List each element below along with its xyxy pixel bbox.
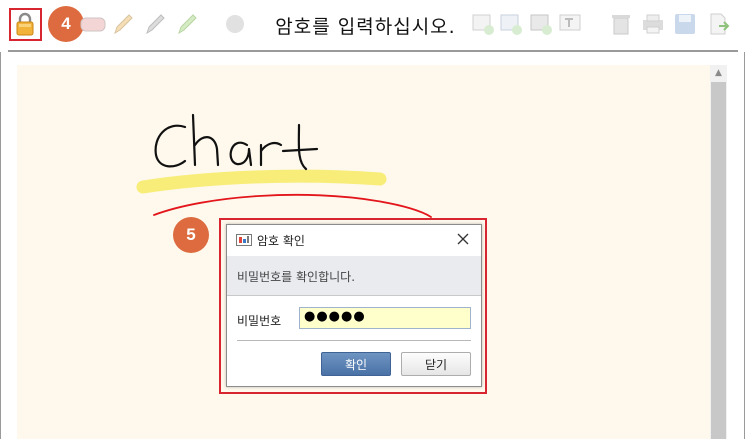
step-badge-5: 5 [173, 217, 209, 253]
scroll-thumb[interactable] [711, 82, 726, 439]
dialog-message: 비밀번호를 확인합니다. [237, 270, 356, 284]
export-button[interactable] [706, 10, 732, 38]
highlighter-stroke [136, 169, 387, 194]
dialog-close-button[interactable] [455, 231, 471, 247]
password-tooltip: 암호를 입력하십시오. [253, 9, 478, 41]
highlighter-button[interactable] [174, 10, 200, 38]
dialog-titlebar: 암호 확인 [227, 225, 481, 255]
eraser-button[interactable] [80, 10, 106, 38]
add-photo-icon [530, 14, 552, 35]
print-button[interactable] [640, 10, 666, 38]
add-photo-button[interactable] [528, 10, 554, 38]
password-input[interactable]: ●●●●● [299, 307, 471, 329]
lock-icon [16, 12, 34, 36]
trash-icon [612, 15, 630, 35]
add-image-button[interactable] [470, 10, 496, 38]
highlighter-icon [178, 14, 197, 35]
dialog-divider [237, 340, 471, 341]
dialog-message-area: 비밀번호를 확인합니다. [227, 256, 481, 296]
pencil-button[interactable] [110, 10, 136, 38]
trash-button[interactable] [608, 10, 634, 38]
print-icon [643, 14, 663, 34]
confirm-button[interactable]: 확인 [321, 352, 391, 376]
dot-icon [226, 15, 244, 33]
add-image-icon [472, 14, 494, 35]
app-icon [236, 234, 252, 246]
password-label: 비밀번호 [237, 314, 282, 328]
scroll-up-arrow-icon[interactable]: ▲ [710, 65, 727, 81]
eraser-icon [80, 17, 106, 32]
add-text-button[interactable] [558, 10, 584, 38]
pen-button[interactable] [142, 10, 168, 38]
vertical-scrollbar[interactable]: ▲ [710, 65, 727, 439]
save-icon [675, 14, 695, 34]
close-button[interactable]: 닫기 [401, 352, 471, 376]
export-icon [710, 13, 730, 35]
dot-button[interactable] [222, 10, 248, 38]
lock-button[interactable] [12, 10, 38, 38]
red-ink-stroke [153, 193, 432, 218]
handwritten-chart [154, 113, 319, 171]
password-dialog: 암호 확인 비밀번호를 확인합니다. 비밀번호 ●●●●● 확인 닫기 [226, 224, 482, 387]
add-picture-icon [500, 14, 522, 35]
pen-icon [146, 14, 165, 35]
save-button[interactable] [672, 10, 698, 38]
dialog-title: 암호 확인 [257, 234, 305, 248]
add-text-icon [559, 14, 581, 31]
step-badge-4: 4 [48, 6, 84, 42]
close-icon [457, 233, 469, 245]
pencil-icon [114, 14, 133, 35]
toolbar: 4 암호를 입력하십시오. [0, 0, 745, 50]
add-picture-button[interactable] [498, 10, 524, 38]
